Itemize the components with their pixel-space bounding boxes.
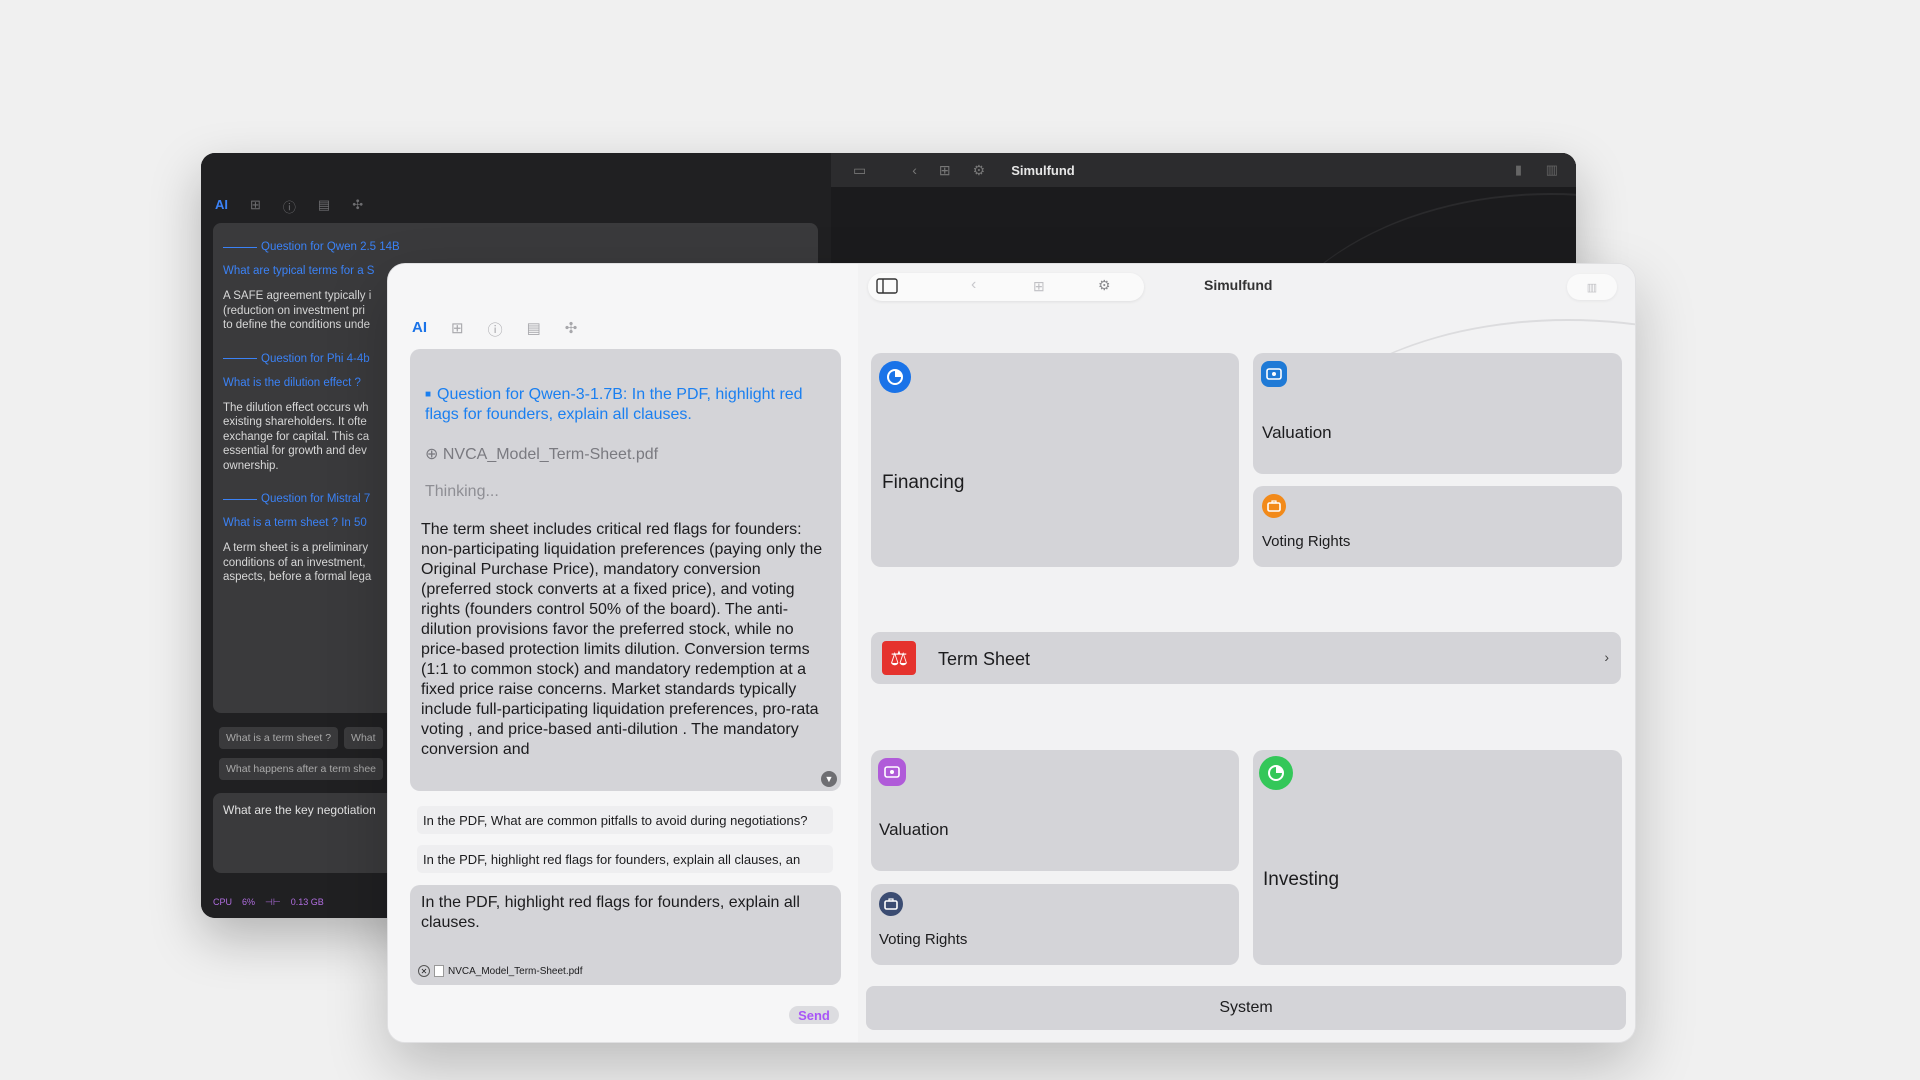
tab-ai[interactable]: AI — [412, 319, 427, 340]
attachment-name: NVCA_Model_Term-Sheet.pdf — [448, 965, 583, 977]
sidebar-icon[interactable]: ▭ — [853, 162, 866, 179]
system-button[interactable]: System — [866, 986, 1626, 1030]
tile-valuation[interactable]: Valuation — [871, 750, 1239, 871]
tab-ai[interactable]: AI — [215, 197, 228, 216]
tile-voting-rights[interactable]: Voting Rights — [1253, 486, 1622, 567]
question-header: Question for Qwen 2.5 14B — [223, 241, 808, 253]
suggestion-item[interactable]: In the PDF, highlight red flags for foun… — [417, 845, 833, 873]
suggestion-item[interactable]: In the PDF, What are common pitfalls to … — [417, 806, 833, 834]
memory-icon: ⊣⊢ — [265, 897, 281, 907]
status-bar: CPU 6% ⊣⊢ 0.13 GB — [213, 897, 324, 908]
toolbar: ‹ ⊞ ⚙ — [868, 273, 1144, 301]
sidebar-icon[interactable] — [876, 277, 898, 298]
background-window-title: Simulfund — [1011, 162, 1075, 178]
chevron-right-icon: › — [1604, 649, 1609, 665]
tab-info[interactable]: ⓘ — [283, 197, 296, 216]
tab-hierarchy-icon[interactable]: ⊞ — [451, 319, 464, 340]
window-title: Simulfund — [1204, 277, 1273, 293]
money-icon — [1261, 361, 1287, 387]
back-icon[interactable]: ‹ — [912, 162, 917, 178]
pie-chart-icon — [1259, 756, 1293, 790]
tile-financing[interactable]: Financing — [871, 353, 1239, 567]
suggestion-chip[interactable]: What happens after a term shee — [219, 758, 383, 780]
tile-label: Voting Rights — [879, 931, 968, 948]
compose-box[interactable]: In the PDF, highlight red flags for foun… — [410, 885, 841, 985]
pie-chart-icon — [879, 361, 911, 393]
grid-icon[interactable]: ⊞ — [1033, 278, 1045, 295]
tab-info-icon[interactable]: ⓘ — [488, 319, 503, 340]
gear-icon[interactable]: ⚙ — [1098, 277, 1111, 294]
briefcase-icon — [1262, 494, 1286, 518]
tile-label: Valuation — [1262, 423, 1332, 442]
term-sheet-label: Term Sheet — [938, 649, 1031, 669]
background-titlebar: ▭ ‹ ⊞ ⚙ Simulfund ▮ ▥ — [831, 153, 1576, 187]
tab-move[interactable]: ✣ — [352, 197, 363, 216]
chat-file-name: NVCA_Model_Term-Sheet.pdf — [442, 446, 659, 463]
tab-move-icon[interactable]: ✣ — [565, 319, 578, 340]
background-suggestions: What is a term sheet ? What What happens… — [219, 727, 383, 789]
tab-hierarchy[interactable]: ⊞ — [250, 197, 261, 216]
tile-label: Investing — [1263, 869, 1340, 890]
pdf-file-icon — [434, 965, 444, 977]
back-icon[interactable]: ‹ — [971, 276, 976, 294]
send-button[interactable]: Send — [789, 1006, 839, 1024]
chat-question: ■ Question for Qwen-3-1.7B: In the PDF, h… — [421, 385, 830, 425]
term-sheet-row[interactable]: ⚖ Term Sheet › — [871, 632, 1621, 684]
cpu-label: CPU — [213, 897, 233, 907]
chat-question-text: Question for Qwen-3-1.7B: In the PDF, hi… — [425, 386, 803, 423]
bullet-icon: ■ — [425, 389, 432, 400]
sidebar-right-icon[interactable]: ▥ — [1546, 162, 1558, 178]
tile-label: Voting Rights — [1262, 533, 1351, 550]
sidebar-toggle-icon[interactable]: ▥ — [1567, 274, 1617, 300]
gear-icon[interactable]: ⚙ — [973, 162, 986, 179]
grid-icon[interactable]: ⊞ — [939, 162, 951, 179]
money-icon — [878, 758, 906, 786]
tile-investing[interactable]: Investing — [1253, 750, 1622, 965]
tile-label: Valuation — [879, 820, 949, 839]
remove-attachment-icon[interactable]: ✕ — [418, 965, 430, 977]
attachment-icon: ⊕ — [425, 446, 443, 463]
briefcase-icon — [879, 892, 903, 916]
scroll-down-icon[interactable]: ▼ — [821, 771, 837, 787]
suggestion-chip[interactable]: What — [344, 727, 383, 749]
compose-attachment: ✕ NVCA_Model_Term-Sheet.pdf — [418, 965, 583, 977]
tile-valuation[interactable]: Valuation — [1253, 353, 1622, 474]
tile-voting-rights[interactable]: Voting Rights — [871, 884, 1239, 965]
panel-tabs: AI ⊞ ⓘ ▤ ✣ — [412, 319, 577, 340]
main-window: ‹ ⊞ ⚙ Simulfund ▥ AI ⊞ ⓘ ▤ ✣ ■ Question f… — [387, 263, 1636, 1043]
cpu-value: 6% — [242, 897, 256, 907]
tile-label: Financing — [882, 472, 965, 493]
thinking-status: Thinking... — [425, 483, 499, 500]
compose-input[interactable]: In the PDF, highlight red flags for foun… — [421, 893, 830, 933]
scales-icon: ⚖ — [882, 641, 916, 675]
background-tabs: AI ⊞ ⓘ ▤ ✣ — [215, 197, 363, 216]
tab-document[interactable]: ▤ — [318, 197, 330, 216]
document-icon[interactable]: ▮ — [1515, 162, 1522, 178]
tab-document-icon[interactable]: ▤ — [527, 319, 541, 340]
memory-value: 0.13 GB — [290, 897, 324, 907]
chat-panel[interactable]: ■ Question for Qwen-3-1.7B: In the PDF, h… — [410, 349, 841, 791]
chat-file-attachment[interactable]: ⊕ NVCA_Model_Term-Sheet.pdf — [421, 444, 830, 464]
chat-answer: The term sheet includes critical red fla… — [421, 521, 823, 758]
suggestion-chip[interactable]: What is a term sheet ? — [219, 727, 339, 749]
